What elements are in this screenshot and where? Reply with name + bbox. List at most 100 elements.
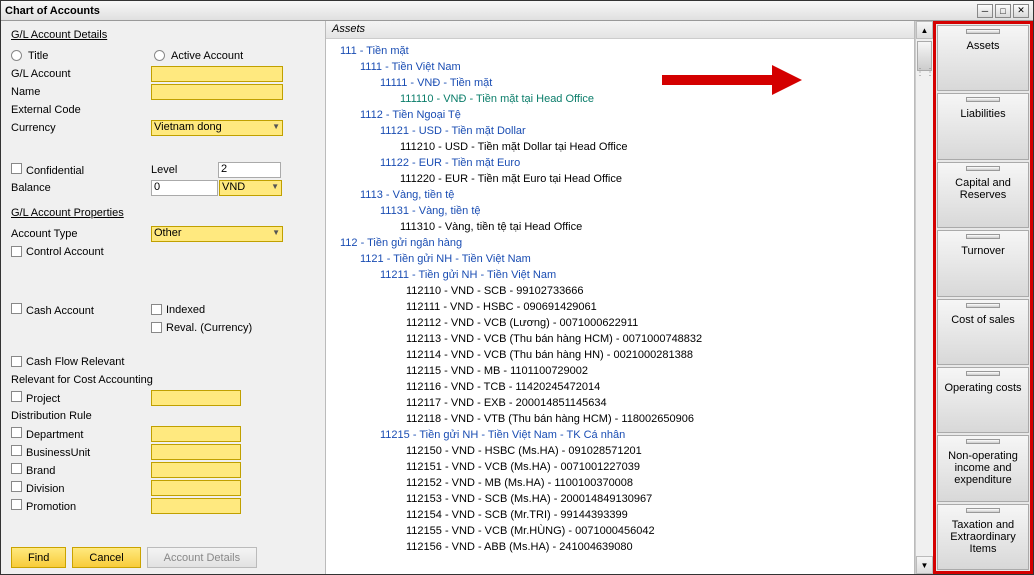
find-button[interactable]: Find [11, 547, 66, 568]
balance-value: 0 [151, 180, 218, 196]
drawer-capital-and-reserves[interactable]: Capital and Reserves [937, 162, 1029, 228]
balance-currency-select[interactable]: VND [219, 180, 282, 196]
tree-node[interactable]: 112150 - VND - HSBC (Ms.HA) - 0910285712… [406, 443, 914, 459]
account-type-label: Account Type [11, 228, 151, 240]
dim-label: Brand [26, 465, 55, 477]
tree-node[interactable]: 11211 - Tiền gửi NH - Tiền Việt Nam [380, 267, 914, 283]
tree-node[interactable]: 111220 - EUR - Tiền mặt Euro tại Head Of… [400, 171, 914, 187]
drawer-liabilities[interactable]: Liabilities [937, 93, 1029, 159]
dim-input-2[interactable] [151, 462, 241, 478]
tree-node[interactable]: 112152 - VND - MB (Ms.HA) - 110010037000… [406, 475, 914, 491]
dim-input-4[interactable] [151, 498, 241, 514]
drawer-handle-icon [966, 439, 1000, 444]
currency-select[interactable]: Vietnam dong [151, 120, 283, 136]
tree-node[interactable]: 112155 - VND - VCB (Mr.HÙNG) - 007100045… [406, 523, 914, 539]
dim-label: Division [26, 483, 65, 495]
level-value: 2 [218, 162, 281, 178]
close-button[interactable]: ✕ [1013, 4, 1029, 18]
tree-node[interactable]: 112156 - VND - ABB (Ms.HA) - 24100463908… [406, 539, 914, 555]
dim-label: Promotion [26, 501, 76, 513]
indexed-check[interactable] [151, 304, 162, 315]
project-label: Project [26, 393, 60, 405]
tree-node[interactable]: 1112 - Tiền Ngoại Tệ [360, 107, 914, 123]
dim-input-1[interactable] [151, 444, 241, 460]
tree-node[interactable]: 11215 - Tiền gửi NH - Tiền Việt Nam - TK… [380, 427, 914, 443]
tree-scrollbar[interactable]: ▲ ⋮⋮ ▼ [915, 21, 933, 574]
drawer-taxation-and-extraordinary-items[interactable]: Taxation and Extraordinary Items [937, 504, 1029, 570]
tree-node[interactable]: 11122 - EUR - Tiền mặt Euro [380, 155, 914, 171]
tree-node[interactable]: 112110 - VND - SCB - 99102733666 [406, 283, 914, 299]
drawer-turnover[interactable]: Turnover [937, 230, 1029, 296]
tree-node[interactable]: 112116 - VND - TCB - 11420245472014 [406, 379, 914, 395]
tree-node[interactable]: 1111 - Tiền Việt Nam [360, 59, 914, 75]
level-label: Level [151, 164, 218, 176]
tree-node[interactable]: 111210 - USD - Tiền mặt Dollar tại Head … [400, 139, 914, 155]
tree-node[interactable]: 112153 - VND - SCB (Ms.HA) - 20001484913… [406, 491, 914, 507]
name-input[interactable] [151, 84, 283, 100]
drawer-handle-icon [966, 371, 1000, 376]
tree-node[interactable]: 112112 - VND - VCB (Lương) - 00710006229… [406, 315, 914, 331]
tree-node[interactable]: 1121 - Tiền gửi NH - Tiền Việt Nam [360, 251, 914, 267]
account-type-select[interactable]: Other [151, 226, 283, 242]
title-radio[interactable] [11, 50, 22, 61]
drawer-cost-of-sales[interactable]: Cost of sales [937, 299, 1029, 365]
dim-check-3[interactable] [11, 481, 22, 492]
currency-label: Currency [11, 122, 151, 134]
tree-node[interactable]: 112111 - VND - HSBC - 090691429061 [406, 299, 914, 315]
tree-node[interactable]: 111110 - VNĐ - Tiền mặt tại Head Office [400, 91, 914, 107]
dim-check-1[interactable] [11, 445, 22, 456]
reval-check[interactable] [151, 322, 162, 333]
dim-label: BusinessUnit [26, 447, 90, 459]
title-radio-label: Title [28, 50, 154, 62]
tree-node[interactable]: 112115 - VND - MB - 1101100729002 [406, 363, 914, 379]
cashflow-check[interactable] [11, 356, 22, 367]
tree-node[interactable]: 111310 - Vàng, tiền tệ tại Head Office [400, 219, 914, 235]
account-details-button[interactable]: Account Details [147, 547, 257, 568]
drawer-operating-costs[interactable]: Operating costs [937, 367, 1029, 433]
minimize-button[interactable]: ─ [977, 4, 993, 18]
control-account-label: Control Account [26, 246, 104, 258]
project-check[interactable] [11, 391, 22, 402]
window-title: Chart of Accounts [5, 5, 977, 17]
scroll-up-icon[interactable]: ▲ [916, 21, 933, 39]
drawer-non-operating-income-and-expenditure[interactable]: Non-operating income and expenditure [937, 435, 1029, 501]
tree-node[interactable]: 112118 - VND - VTB (Thu bán hàng HCM) - … [406, 411, 914, 427]
drawer-label: Turnover [961, 245, 1005, 257]
dim-input-3[interactable] [151, 480, 241, 496]
dim-check-4[interactable] [11, 499, 22, 510]
tree-node[interactable]: 112114 - VND - VCB (Thu bán hàng HN) - 0… [406, 347, 914, 363]
tree-node[interactable]: 112117 - VND - EXB - 200014851145634 [406, 395, 914, 411]
tree-node[interactable]: 11131 - Vàng, tiền tệ [380, 203, 914, 219]
dim-check-0[interactable] [11, 427, 22, 438]
cash-account-label: Cash Account [26, 305, 94, 317]
drawer-label: Capital and Reserves [940, 177, 1026, 201]
dim-input-0[interactable] [151, 426, 241, 442]
scroll-down-icon[interactable]: ▼ [916, 556, 933, 574]
cash-account-check[interactable] [11, 303, 22, 314]
control-account-check[interactable] [11, 246, 22, 257]
tree-node[interactable]: 11121 - USD - Tiền mặt Dollar [380, 123, 914, 139]
active-radio-label: Active Account [171, 50, 243, 62]
maximize-button[interactable]: □ [995, 4, 1011, 18]
account-tree[interactable]: 111 - Tiền mặt1111 - Tiền Việt Nam11111 … [326, 39, 914, 574]
gl-details-header: G/L Account Details [11, 29, 315, 41]
active-radio[interactable] [154, 50, 165, 61]
dim-check-2[interactable] [11, 463, 22, 474]
tree-node[interactable]: 112151 - VND - VCB (Ms.HA) - 00710012270… [406, 459, 914, 475]
drawer-label: Cost of sales [951, 314, 1015, 326]
gl-account-input[interactable] [151, 66, 283, 82]
drawer-assets[interactable]: Assets [937, 25, 1029, 91]
project-input[interactable] [151, 390, 241, 406]
gl-props-header: G/L Account Properties [11, 207, 315, 219]
confidential-check[interactable] [11, 163, 22, 174]
tree-node[interactable]: 11111 - VNĐ - Tiền mặt [380, 75, 914, 91]
tree-node[interactable]: 112 - Tiền gửi ngân hàng [340, 235, 914, 251]
cancel-button[interactable]: Cancel [72, 547, 140, 568]
tree-node[interactable]: 112154 - VND - SCB (Mr.TRI) - 9914439339… [406, 507, 914, 523]
tree-node[interactable]: 112113 - VND - VCB (Thu bán hàng HCM) - … [406, 331, 914, 347]
drawer-label: Taxation and Extraordinary Items [940, 519, 1026, 555]
tree-node[interactable]: 111 - Tiền mặt [340, 43, 914, 59]
tree-node[interactable]: 1113 - Vàng, tiền tệ [360, 187, 914, 203]
name-label: Name [11, 86, 151, 98]
relevant-label: Relevant for Cost Accounting [11, 374, 153, 386]
